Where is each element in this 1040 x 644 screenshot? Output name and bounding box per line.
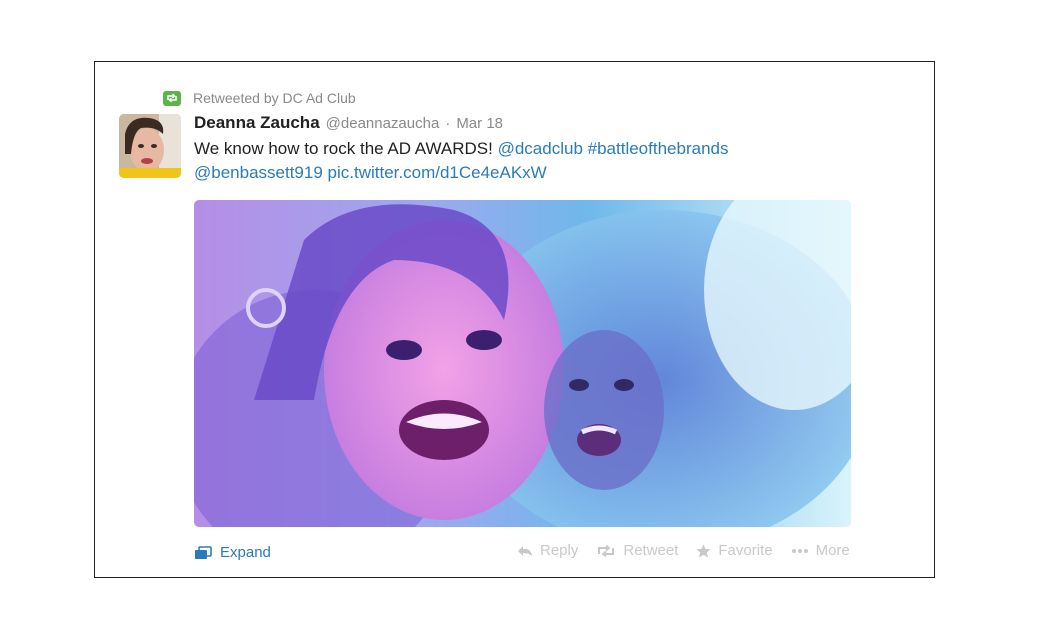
expand-icon — [194, 545, 212, 560]
more-label: More — [815, 542, 850, 559]
tweet-header: Deanna Zaucha @deannazaucha · Mar 18 — [194, 113, 503, 133]
retweet-icon — [163, 90, 181, 106]
retweet-icon — [598, 544, 615, 557]
retweet-context: Retweeted by DC Ad Club — [163, 90, 356, 106]
tweet-text: We know how to rock the AD AWARDS! @dcad… — [194, 137, 894, 185]
retweet-button[interactable]: Retweet — [596, 542, 678, 559]
reply-label: Reply — [540, 542, 579, 559]
mention-link[interactable]: @dcadclub — [498, 139, 583, 158]
pic-link[interactable]: pic.twitter.com/d1Ce4eAKxW — [328, 163, 547, 182]
retweet-label: Retweet — [623, 542, 679, 559]
favorite-button[interactable]: Favorite — [696, 542, 773, 559]
expand-label[interactable]: Expand — [220, 544, 271, 561]
hashtag-link[interactable]: #battleofthebrands — [588, 139, 729, 158]
tweet-actions: Reply Retweet Favorite More — [517, 542, 850, 559]
tweet-card[interactable]: Retweeted by DC Ad Club Deanna Zaucha @d… — [94, 61, 935, 578]
author-handle[interactable]: @deannazaucha — [326, 115, 440, 132]
tweet-date[interactable]: Mar 18 — [456, 115, 503, 132]
reply-button[interactable]: Reply — [517, 542, 578, 559]
retweeted-by-label[interactable]: Retweeted by DC Ad Club — [193, 90, 356, 106]
tweet-photo[interactable] — [194, 200, 851, 527]
ellipsis-icon — [791, 548, 808, 553]
expand-action[interactable]: Expand — [194, 544, 271, 561]
author-name[interactable]: Deanna Zaucha — [194, 113, 320, 133]
reply-icon — [518, 545, 532, 556]
mention-link[interactable]: @benbassett919 — [194, 163, 323, 182]
star-icon — [696, 544, 711, 557]
separator: · — [445, 115, 451, 132]
more-button[interactable]: More — [791, 542, 850, 559]
favorite-label: Favorite — [718, 542, 773, 559]
tweet-text-plain: We know how to rock the AD AWARDS! — [194, 139, 498, 158]
avatar[interactable] — [119, 114, 181, 178]
